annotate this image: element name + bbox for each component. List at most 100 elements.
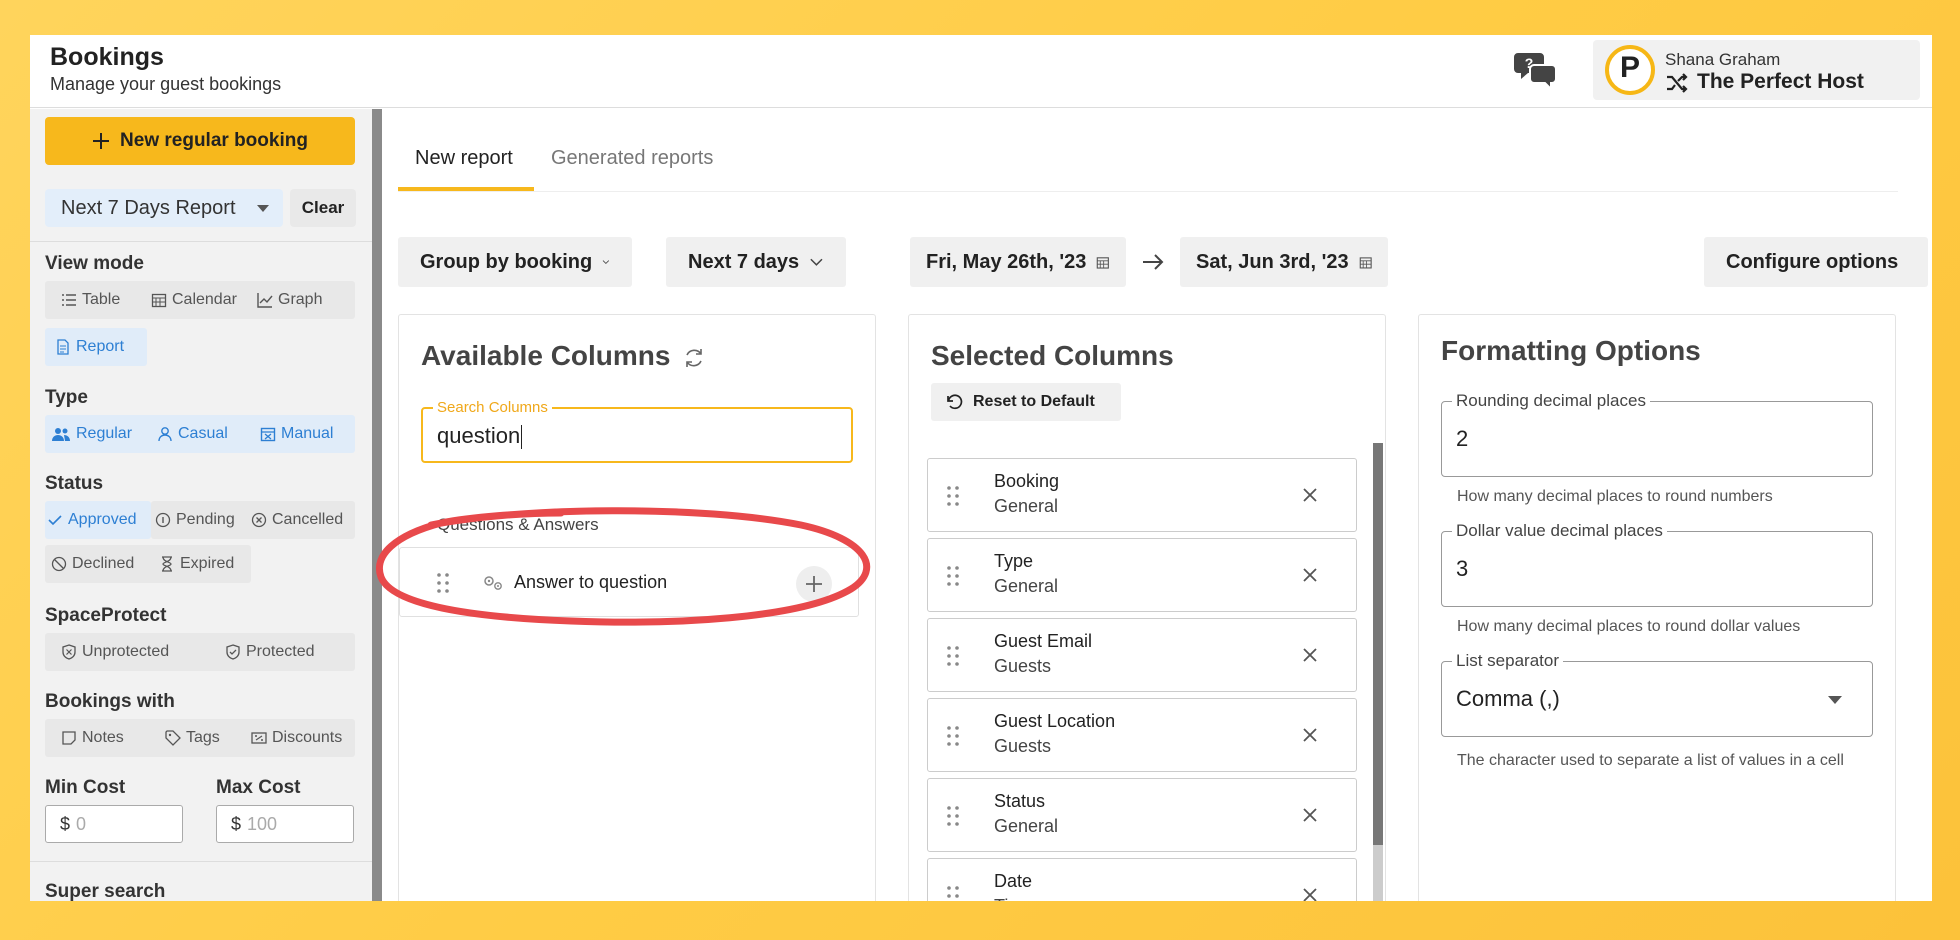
- switch-org-icon[interactable]: [1665, 72, 1689, 94]
- close-icon[interactable]: [1300, 725, 1320, 745]
- list-separator-select[interactable]: List separator Comma (,): [1441, 651, 1873, 737]
- status-group-row2: Declined Expired: [45, 545, 251, 583]
- check-icon: [48, 515, 62, 526]
- list-separator-value: Comma (,): [1456, 686, 1560, 711]
- end-date-picker[interactable]: Sat, Jun 3rd, '23: [1180, 237, 1388, 287]
- info-circle-icon: [155, 512, 171, 528]
- bookings-with-discounts[interactable]: Discounts: [251, 719, 342, 757]
- drag-handle-icon[interactable]: [946, 725, 960, 747]
- bookings-with-label: Bookings with: [45, 691, 175, 712]
- tab-divider: [398, 191, 1898, 192]
- chat-help-icon[interactable]: ?: [1514, 49, 1560, 89]
- configure-options-button[interactable]: Configure options: [1704, 237, 1928, 287]
- list-separator-label: List separator: [1452, 651, 1563, 671]
- tab-generated-reports[interactable]: Generated reports: [551, 147, 713, 170]
- search-columns-value: question: [437, 423, 521, 448]
- clear-button[interactable]: Clear: [290, 189, 356, 227]
- bookings-with-tags[interactable]: Tags: [165, 719, 220, 757]
- page-title: Bookings: [50, 43, 164, 71]
- selected-column-name: Status: [994, 791, 1046, 811]
- selected-column-category: General: [994, 816, 1059, 836]
- search-columns-input[interactable]: Search Columns question: [421, 399, 853, 463]
- chevron-down-icon: [810, 258, 823, 266]
- user-name: Shana Graham: [1665, 50, 1781, 69]
- calendar-icon: [1097, 256, 1110, 269]
- ticket-icon: [251, 732, 267, 744]
- user-icon: [158, 427, 172, 442]
- status-declined[interactable]: Declined: [51, 545, 134, 583]
- selected-column-category: Guests: [994, 736, 1052, 756]
- status-cancelled[interactable]: Cancelled: [251, 501, 343, 539]
- view-mode-calendar[interactable]: Calendar: [151, 281, 237, 319]
- spaceprotect-unprotected[interactable]: Unprotected: [61, 633, 169, 671]
- max-cost-input[interactable]: $100: [216, 805, 354, 843]
- dollar-decimal-label: Dollar value decimal places: [1452, 521, 1667, 541]
- range-dropdown[interactable]: Next 7 days: [666, 237, 846, 287]
- selected-column-item[interactable]: Date Times: [927, 858, 1357, 901]
- selected-columns-title: Selected Columns: [931, 340, 1174, 371]
- refresh-icon[interactable]: [682, 346, 706, 370]
- close-icon[interactable]: [1300, 485, 1320, 505]
- selected-columns-scrollbar[interactable]: [1373, 443, 1383, 845]
- caret-down-icon: [1828, 696, 1842, 704]
- graph-icon: [257, 293, 273, 308]
- rounding-decimal-input[interactable]: Rounding decimal places 2: [1441, 391, 1873, 477]
- available-columns-panel: Available Columns Search Columns questio…: [376, 314, 876, 901]
- selected-column-category: Guests: [994, 656, 1052, 676]
- selected-column-category: General: [994, 496, 1059, 516]
- status-expired[interactable]: Expired: [159, 545, 234, 583]
- user-menu[interactable]: P Shana Graham The Perfect Host: [1593, 40, 1920, 100]
- rounding-decimal-label: Rounding decimal places: [1452, 391, 1650, 411]
- drag-handle-icon[interactable]: [946, 885, 960, 901]
- min-cost-input[interactable]: $0: [45, 805, 183, 843]
- bookings-with-notes[interactable]: Notes: [61, 719, 124, 757]
- status-pending[interactable]: Pending: [155, 501, 235, 539]
- view-mode-report[interactable]: Report: [45, 328, 147, 366]
- divider: [30, 861, 372, 862]
- active-tab-indicator: [398, 187, 534, 191]
- status-approved[interactable]: Approved: [47, 501, 137, 539]
- drag-handle-icon[interactable]: [946, 565, 960, 587]
- list-separator-help: The character used to separate a list of…: [1457, 752, 1844, 769]
- svg-text:?: ?: [1525, 55, 1534, 71]
- group-by-dropdown[interactable]: Group by booking: [398, 237, 632, 287]
- drag-handle-icon[interactable]: [946, 485, 960, 507]
- calendar-edit-icon: [260, 427, 276, 442]
- selected-column-item[interactable]: Guest Location Guests: [927, 698, 1357, 772]
- view-mode-label: View mode: [45, 253, 144, 274]
- close-icon[interactable]: [1300, 565, 1320, 585]
- tab-new-report[interactable]: New report: [415, 147, 513, 170]
- selected-column-category: Times: [994, 896, 1042, 901]
- dollar-decimal-input[interactable]: Dollar value decimal places 3: [1441, 521, 1873, 607]
- search-columns-label: Search Columns: [433, 399, 552, 416]
- new-booking-button[interactable]: New regular booking: [45, 117, 355, 165]
- drag-handle-icon[interactable]: [946, 805, 960, 827]
- close-icon[interactable]: [1300, 885, 1320, 901]
- users-icon: [52, 428, 70, 441]
- highlight-circle-annotation: [376, 507, 871, 626]
- close-icon[interactable]: [1300, 645, 1320, 665]
- sidebar-scrollbar[interactable]: [372, 109, 382, 901]
- formatting-options-title: Formatting Options: [1441, 335, 1701, 366]
- drag-handle-icon[interactable]: [946, 645, 960, 667]
- rounding-decimal-help: How many decimal places to round numbers: [1457, 488, 1773, 505]
- close-icon[interactable]: [1300, 805, 1320, 825]
- type-casual[interactable]: Casual: [157, 415, 228, 453]
- type-manual[interactable]: Manual: [260, 415, 333, 453]
- selected-column-item[interactable]: Booking General: [927, 458, 1357, 532]
- org-logo: P: [1605, 45, 1655, 95]
- type-regular[interactable]: Regular: [51, 415, 132, 453]
- start-date-picker[interactable]: Fri, May 26th, '23: [910, 237, 1126, 287]
- formatting-options-panel: Formatting Options Rounding decimal plac…: [1418, 314, 1896, 901]
- view-mode-graph[interactable]: Graph: [257, 281, 322, 319]
- selected-column-item[interactable]: Status General: [927, 778, 1357, 852]
- report-select[interactable]: Next 7 Days Report: [45, 189, 283, 227]
- view-mode-table[interactable]: Table: [61, 281, 120, 319]
- selected-column-category: General: [994, 576, 1059, 596]
- selected-column-item[interactable]: Type General: [927, 538, 1357, 612]
- selected-column-item[interactable]: Guest Email Guests: [927, 618, 1357, 692]
- reset-default-button[interactable]: Reset to Default: [931, 383, 1121, 421]
- spaceprotect-protected[interactable]: Protected: [225, 633, 314, 671]
- page-subtitle: Manage your guest bookings: [50, 74, 282, 94]
- x-circle-icon: [251, 512, 267, 528]
